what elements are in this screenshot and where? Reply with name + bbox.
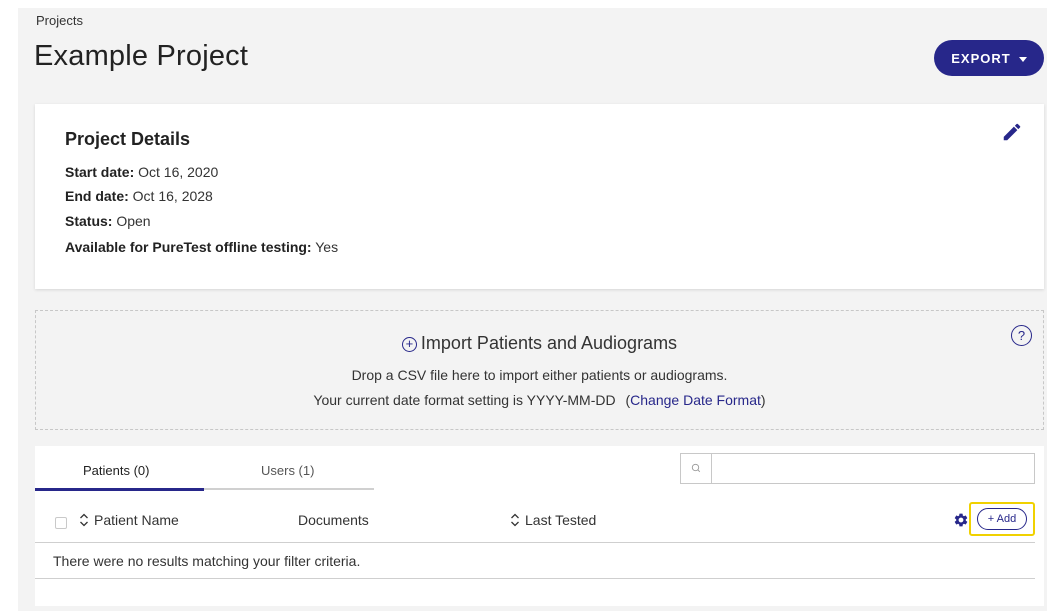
end-date-line: End date: Oct 16, 2028 — [65, 188, 213, 204]
add-patient-button[interactable]: + Add — [977, 508, 1027, 530]
caret-down-icon — [1018, 56, 1027, 62]
export-button-label: EXPORT — [951, 50, 1011, 66]
patients-table-card: Patients (0) Users (1) Patient Name Docu… — [35, 446, 1044, 606]
plus-circle-icon: + — [401, 337, 417, 352]
date-format-text: Your current date format setting is YYYY… — [313, 392, 616, 408]
page-title: Example Project — [34, 40, 249, 72]
tab-users[interactable]: Users (1) — [261, 463, 314, 478]
change-date-format-link[interactable]: Change Date Format — [630, 392, 761, 408]
header-divider — [35, 542, 1035, 543]
table-header-row: Patient Name Documents Last Tested + Add — [35, 502, 1035, 542]
search-input[interactable] — [713, 454, 1033, 483]
offline-testing-label: Available for PureTest offline testing: — [65, 239, 312, 255]
tab-patients[interactable]: Patients (0) — [83, 463, 149, 478]
sort-icon — [80, 513, 88, 527]
search-icon-cell — [681, 454, 712, 483]
import-drop-zone[interactable]: + Import Patients and Audiograms Drop a C… — [35, 310, 1044, 430]
column-patient-name-label: Patient Name — [94, 512, 179, 528]
offline-testing-line: Available for PureTest offline testing: … — [65, 239, 338, 255]
paren-close: ) — [760, 392, 766, 408]
sort-icon — [511, 513, 519, 527]
tab-active-indicator — [35, 488, 204, 491]
details-title: Project Details — [65, 129, 191, 149]
empty-results-message: There were no results matching your filt… — [53, 553, 361, 569]
start-date-line: Start date: Oct 16, 2020 — [65, 164, 218, 180]
status-label: Status: — [65, 213, 113, 229]
start-date-label: Start date: — [65, 164, 135, 180]
start-date-value: Oct 16, 2020 — [138, 164, 219, 180]
end-date-value: Oct 16, 2028 — [132, 188, 213, 204]
column-last-tested[interactable]: Last Tested — [510, 512, 596, 528]
breadcrumb[interactable]: Projects — [36, 13, 83, 28]
help-icon[interactable]: ? — [1011, 325, 1032, 346]
import-instructions: Drop a CSV file here to import either pa… — [351, 367, 728, 383]
column-patient-name[interactable]: Patient Name — [79, 512, 179, 528]
import-title[interactable]: + Import Patients and Audiograms — [36, 333, 1043, 354]
project-details-card: Project Details Start date: Oct 16, 2020… — [35, 104, 1044, 289]
search-icon — [691, 463, 701, 473]
search-box — [680, 453, 1035, 484]
import-title-text: Import Patients and Audiograms — [420, 333, 678, 353]
pencil-icon[interactable] — [1001, 121, 1023, 143]
column-documents: Documents — [298, 512, 369, 528]
export-button[interactable]: EXPORT — [934, 40, 1044, 76]
end-date-label: End date: — [65, 188, 129, 204]
column-last-tested-label: Last Tested — [525, 512, 597, 528]
gear-icon[interactable] — [953, 512, 969, 528]
status-line: Status: Open — [65, 213, 151, 229]
offline-testing-value: Yes — [315, 239, 339, 255]
select-all-checkbox[interactable] — [55, 517, 67, 529]
status-value: Open — [116, 213, 151, 229]
footer-divider — [35, 578, 1035, 579]
date-format-line: Your current date format setting is YYYY… — [36, 392, 1043, 408]
